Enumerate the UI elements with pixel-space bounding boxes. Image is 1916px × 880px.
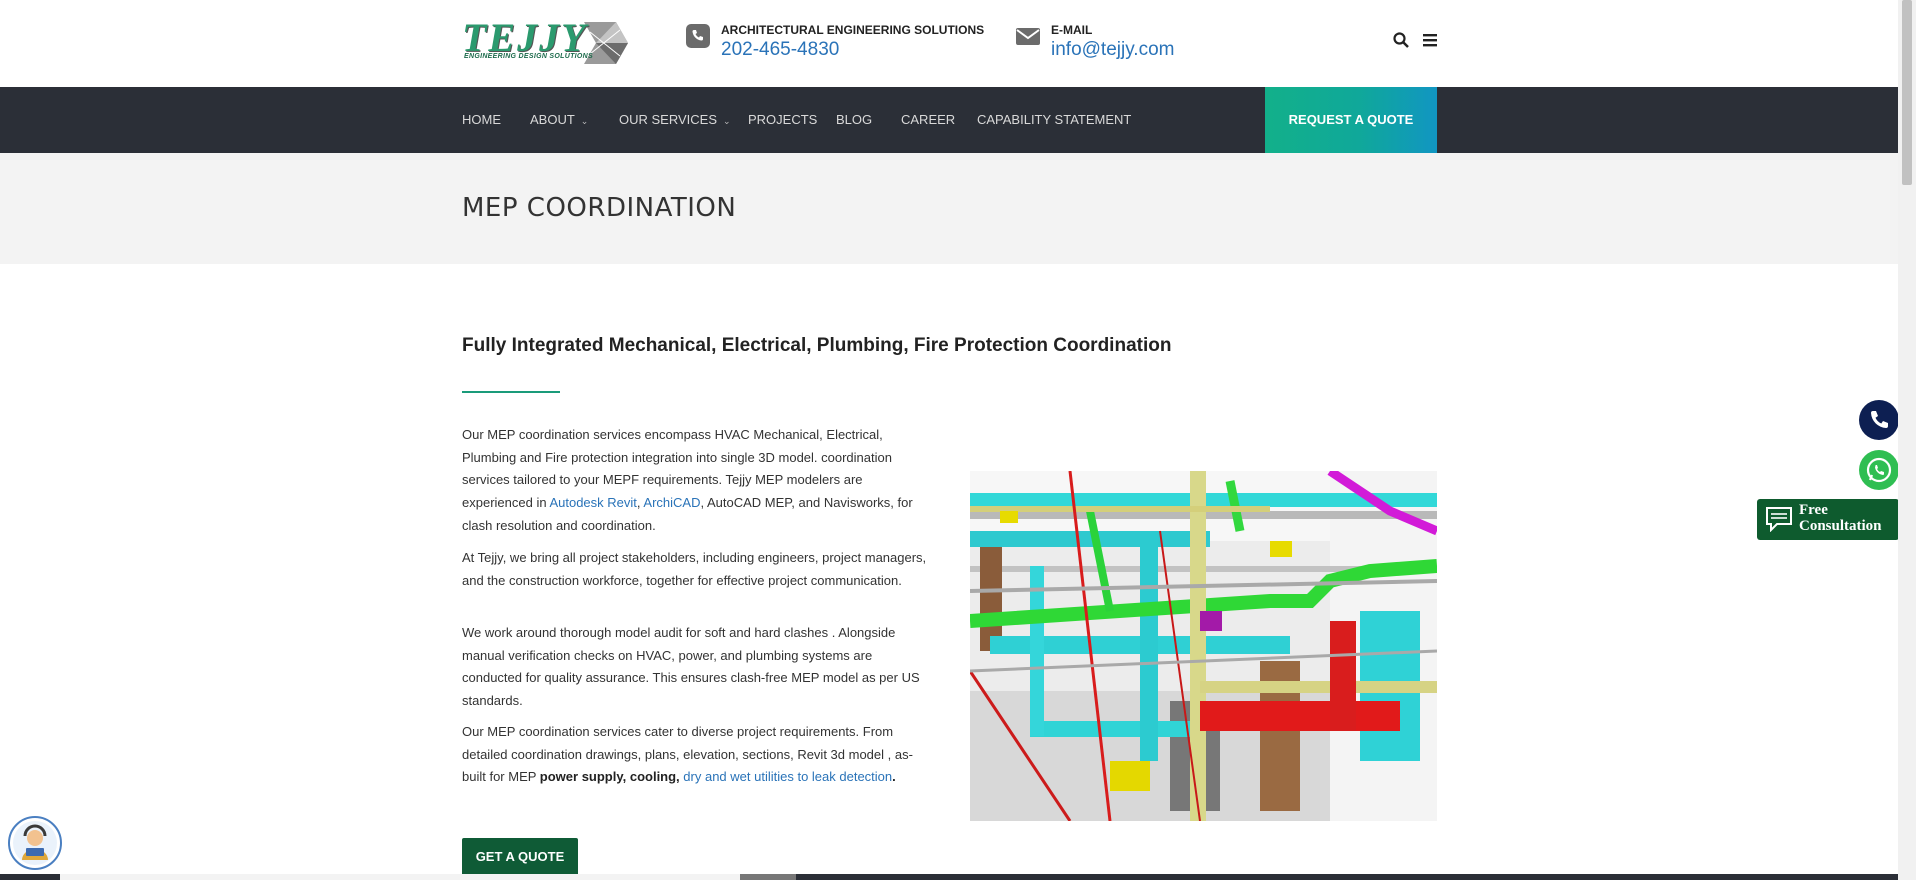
page-title-band xyxy=(0,153,1898,264)
nav-item-blog[interactable]: BLOG xyxy=(836,87,872,153)
section-heading: Fully Integrated Mechanical, Electrical,… xyxy=(462,335,1172,356)
heading-divider xyxy=(462,391,560,393)
request-quote-button[interactable]: REQUEST A QUOTE xyxy=(1265,87,1437,153)
nav-label: HOME xyxy=(462,112,501,127)
free-consultation-button[interactable]: Free Consultation xyxy=(1757,499,1899,540)
tejjy-logo[interactable]: TEJJY ENGINEERING DESIGN SOLUTIONS xyxy=(462,15,630,64)
page-title: MEP COORDINATION xyxy=(462,193,737,223)
archicad-link[interactable]: ArchiCAD xyxy=(643,495,700,510)
nav-label: CAREER xyxy=(901,112,956,127)
search-icon[interactable] xyxy=(1392,31,1410,49)
bold-text: power supply, cooling, xyxy=(539,769,684,785)
menu-icon[interactable] xyxy=(1421,31,1439,49)
nav-item-our-services[interactable]: OUR SERVICES ⌄ xyxy=(619,87,731,153)
main-navigation: HOME ABOUT ⌄ OUR SERVICES ⌄ PROJECTS BLOG … xyxy=(0,87,1898,153)
free-consultation-label: Free Consultation xyxy=(1799,502,1882,534)
chevron-down-icon: ⌄ xyxy=(723,116,731,126)
bottom-section-edge xyxy=(0,874,1898,880)
nav-label: ABOUT xyxy=(530,112,575,127)
autodesk-revit-link[interactable]: Autodesk Revit xyxy=(549,495,636,510)
email-address-link[interactable]: info@tejjy.com xyxy=(1051,39,1174,61)
phone-contact: ARCHITECTURAL ENGINEERING SOLUTIONS 202-… xyxy=(686,20,984,70)
paragraph-4: Our MEP coordination services cater to d… xyxy=(462,721,932,789)
bottom-strip-segment xyxy=(60,874,740,880)
logo-tagline: ENGINEERING DESIGN SOLUTIONS xyxy=(464,53,593,60)
chat-icon xyxy=(1766,507,1792,532)
phone-icon xyxy=(686,24,710,48)
paragraph-2: At Tejjy, we bring all project stakehold… xyxy=(462,550,927,588)
mep-3d-model-graphic xyxy=(970,471,1437,821)
period: . xyxy=(892,769,896,785)
floating-whatsapp-button[interactable] xyxy=(1859,450,1899,490)
utilities-link[interactable]: dry and wet utilities to leak detection xyxy=(683,769,892,784)
email-label: E-MAIL xyxy=(1051,23,1093,37)
nav-label: OUR SERVICES xyxy=(619,112,718,127)
bottom-strip-segment xyxy=(740,874,796,880)
get-a-quote-button[interactable]: GET A QUOTE xyxy=(462,838,578,876)
email-contact: E-MAIL info@tejjy.com xyxy=(1016,20,1216,70)
mep-coordination-3d-image xyxy=(970,471,1437,821)
phone-label: ARCHITECTURAL ENGINEERING SOLUTIONS xyxy=(721,23,985,37)
consult-line-1: Free xyxy=(1799,502,1828,518)
top-header: TEJJY ENGINEERING DESIGN SOLUTIONS ARCHI… xyxy=(0,0,1898,87)
scrollbar-thumb[interactable] xyxy=(1902,0,1912,185)
paragraph-3: We work around thorough model audit for … xyxy=(462,625,920,709)
nav-label: PROJECTS xyxy=(748,112,818,127)
nav-item-about[interactable]: ABOUT ⌄ xyxy=(530,87,588,153)
nav-item-capability-statement[interactable]: CAPABILITY STATEMENT xyxy=(977,87,1131,153)
paragraph-1: Our MEP coordination services encompass … xyxy=(462,424,932,538)
whatsapp-icon xyxy=(1866,457,1892,483)
floating-call-button[interactable] xyxy=(1859,400,1899,440)
agent-avatar-icon xyxy=(13,821,57,865)
nav-item-projects[interactable]: PROJECTS xyxy=(748,87,817,153)
mail-icon xyxy=(1016,28,1040,45)
nav-label: BLOG xyxy=(836,112,873,127)
nav-item-home[interactable]: HOME xyxy=(462,87,501,153)
phone-icon xyxy=(1871,411,1888,428)
phone-number-link[interactable]: 202-465-4830 xyxy=(721,39,839,61)
nav-item-career[interactable]: CAREER xyxy=(901,87,955,153)
nav-label: CAPABILITY STATEMENT xyxy=(977,112,1132,127)
chevron-down-icon: ⌄ xyxy=(580,116,589,126)
chat-agent-avatar[interactable] xyxy=(8,816,62,870)
consult-line-2: Consultation xyxy=(1799,518,1882,534)
